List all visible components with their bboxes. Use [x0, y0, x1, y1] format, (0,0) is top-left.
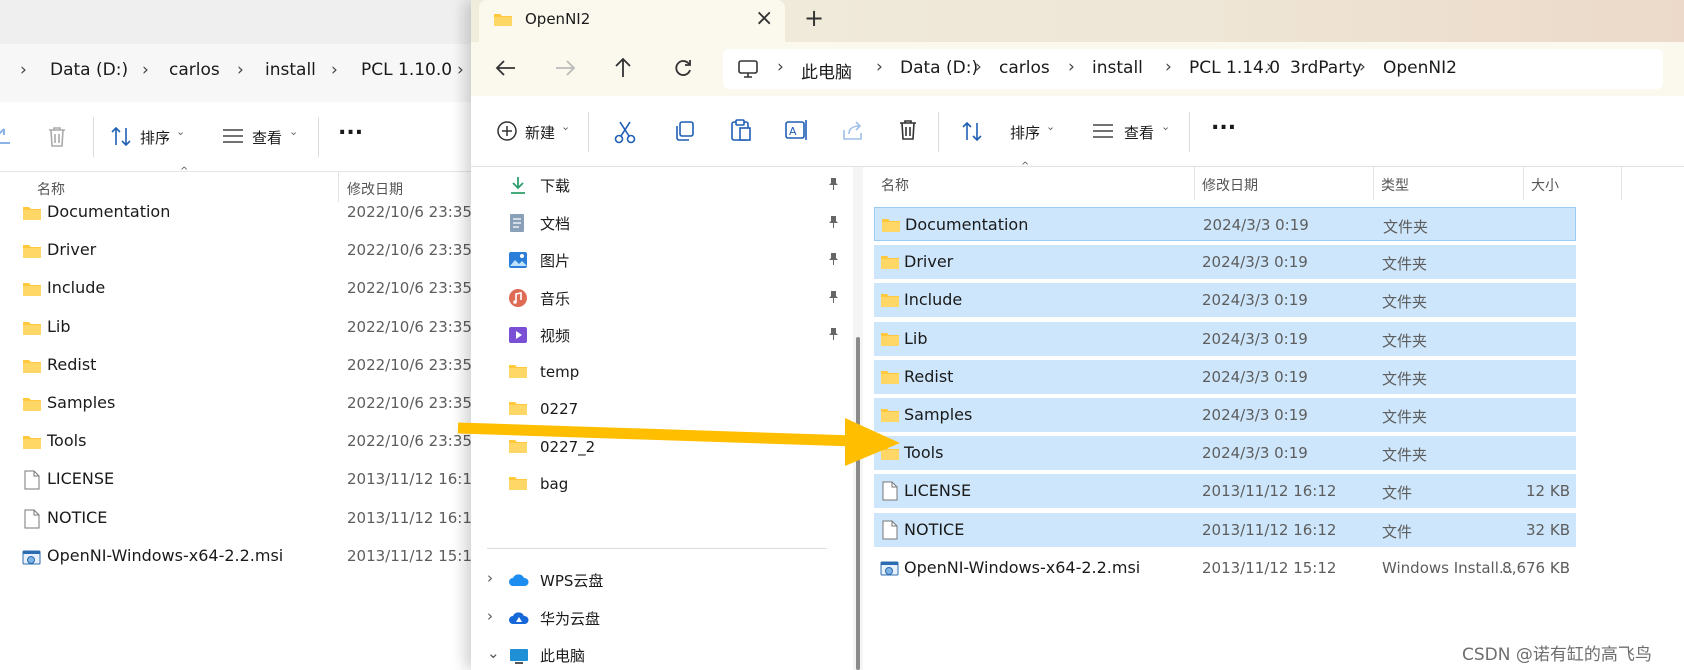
watermark: CSDN @诺有缸的高飞鸟: [1462, 645, 1652, 665]
arrow-shaft: [457, 422, 856, 447]
arrow-head: [845, 418, 900, 466]
annotation-arrow: [457, 418, 900, 466]
